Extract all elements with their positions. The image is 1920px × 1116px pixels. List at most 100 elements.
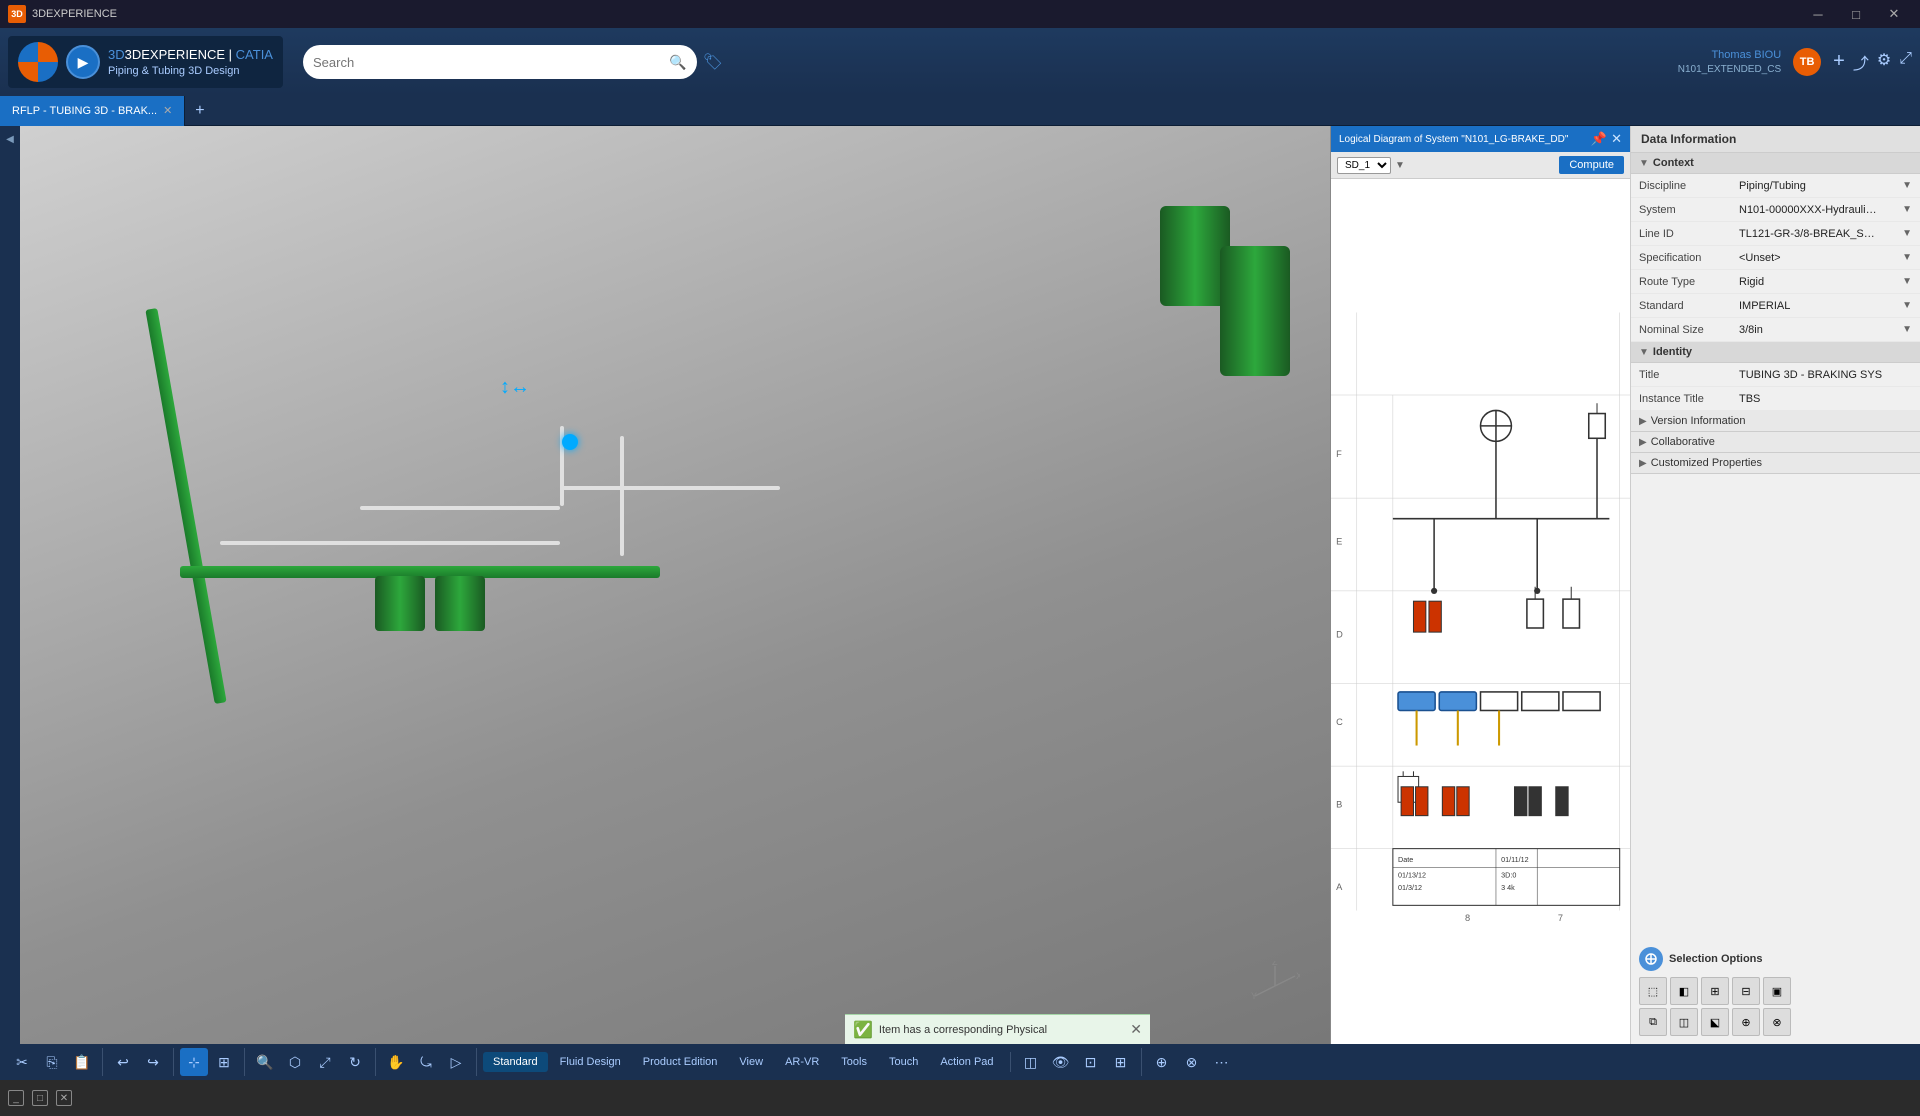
system-dropdown[interactable]: N101-00000XXX-Hydraulic-GR-YE... ▼	[1739, 204, 1912, 216]
more-tool-3[interactable]: ⋯	[1208, 1048, 1236, 1076]
fit-tool[interactable]: ⤢	[311, 1048, 339, 1076]
collaborative-section-header[interactable]: ▶ Collaborative	[1631, 432, 1920, 453]
add-tab-button[interactable]: +	[185, 102, 214, 120]
multiselect-tool[interactable]: ⊞	[210, 1048, 238, 1076]
diagram-area[interactable]: F E D C B A	[1331, 179, 1630, 1044]
paste-tool[interactable]: 📋	[68, 1048, 96, 1076]
sel-btn-8[interactable]: ⬕	[1701, 1008, 1729, 1036]
svg-text:8: 8	[1465, 913, 1470, 923]
close-button[interactable]: ✕	[1876, 0, 1912, 28]
tab-touch[interactable]: Touch	[879, 1052, 928, 1072]
section-tool[interactable]: ⊡	[1077, 1048, 1105, 1076]
sel-btn-3[interactable]: ⊞	[1701, 977, 1729, 1005]
display-mode-tool[interactable]: ◫	[1017, 1048, 1045, 1076]
svg-text:01/3/12: 01/3/12	[1398, 883, 1422, 892]
side-btn-1[interactable]: ◀	[1, 130, 19, 148]
line-id-dropdown[interactable]: TL121-GR-3/8-BREAK_SUPPLY_LEF... ▼	[1739, 228, 1912, 240]
add-icon[interactable]: +	[1833, 50, 1845, 74]
panel-header-icons: 📌 ✕	[1591, 131, 1622, 147]
tab-product-edition[interactable]: Product Edition	[633, 1052, 728, 1072]
maximize-button[interactable]: □	[1838, 0, 1874, 28]
sel-btn-7[interactable]: ◫	[1670, 1008, 1698, 1036]
orbit-tool[interactable]: ⤿	[412, 1048, 440, 1076]
customized-section-header[interactable]: ▶ Customized Properties	[1631, 453, 1920, 474]
svg-text:Date: Date	[1398, 855, 1413, 864]
sel-btn-9[interactable]: ⊕	[1732, 1008, 1760, 1036]
search-input[interactable]	[313, 55, 669, 70]
notification-close-button[interactable]: ✕	[1130, 1021, 1142, 1038]
tag-icon[interactable]: 🏷	[703, 52, 723, 72]
scissors-tool[interactable]: ✂	[8, 1048, 36, 1076]
brand-text: 3D3DEXPERIENCE | CATIA Piping & Tubing 3…	[108, 47, 273, 77]
more-tool-1[interactable]: ⊕	[1148, 1048, 1176, 1076]
select-tool[interactable]: ⊹	[180, 1048, 208, 1076]
state-btn-1[interactable]: _	[8, 1090, 24, 1106]
tool-group-history: ↩ ↪	[109, 1048, 174, 1076]
share-icon[interactable]: ⤴	[1853, 50, 1869, 74]
svg-text:3 4k: 3 4k	[1501, 883, 1515, 892]
render-tool[interactable]: 👁	[1047, 1048, 1075, 1076]
diagram-select[interactable]: SD_1	[1337, 157, 1391, 174]
sel-btn-6[interactable]: ⧉	[1639, 1008, 1667, 1036]
version-section-header[interactable]: ▶ Version Information	[1631, 411, 1920, 432]
viewport-3d[interactable]: ↕↔ X Y Z	[20, 126, 1330, 1044]
selection-options-grid: ⬚ ◧ ⊞ ⊟ ▣ ⧉ ◫ ⬕ ⊕ ⊗	[1639, 977, 1912, 1036]
svg-text:01/13/12: 01/13/12	[1398, 871, 1426, 880]
search-box: 🔍	[303, 45, 697, 79]
nominal-size-row: Nominal Size 3/8in ▼	[1631, 318, 1920, 342]
play-button[interactable]: ▶	[66, 45, 100, 79]
settings-icon[interactable]: ⚙	[1877, 50, 1891, 74]
sel-btn-10[interactable]: ⊗	[1763, 1008, 1791, 1036]
tab-action-pad[interactable]: Action Pad	[930, 1052, 1003, 1072]
sel-btn-4[interactable]: ⊟	[1732, 977, 1760, 1005]
selected-point[interactable]	[562, 434, 578, 450]
undo-tool[interactable]: ↩	[109, 1048, 137, 1076]
compass-logo[interactable]	[18, 42, 58, 82]
sel-btn-1[interactable]: ⬚	[1639, 977, 1667, 1005]
grid-tool[interactable]: ⊞	[1107, 1048, 1135, 1076]
selection-options-header: Selection Options	[1639, 947, 1912, 971]
discipline-dropdown[interactable]: Piping/Tubing ▼	[1739, 180, 1912, 192]
svg-text:3D:0: 3D:0	[1501, 871, 1516, 880]
compute-button[interactable]: Compute	[1559, 156, 1624, 174]
tab-close-icon[interactable]: ✕	[163, 104, 172, 117]
tab-active[interactable]: RFLP - TUBING 3D - BRAK... ✕	[0, 96, 185, 126]
rotate-tool[interactable]: ↻	[341, 1048, 369, 1076]
fly-tool[interactable]: ▷	[442, 1048, 470, 1076]
tab-ar-vr[interactable]: AR-VR	[775, 1052, 829, 1072]
context-section-header[interactable]: ▼ Context	[1631, 153, 1920, 174]
tool-group-more: ⊕ ⊗ ⋯	[1148, 1048, 1242, 1076]
identity-section-header[interactable]: ▼ Identity	[1631, 342, 1920, 363]
tab-fluid-design[interactable]: Fluid Design	[550, 1052, 631, 1072]
redo-tool[interactable]: ↪	[139, 1048, 167, 1076]
standard-dropdown[interactable]: IMPERIAL ▼	[1739, 300, 1912, 312]
search-icon[interactable]: 🔍	[669, 54, 686, 71]
data-information-panel: Data Information ▼ Context Discipline Pi…	[1630, 126, 1920, 1044]
line-id-label: Line ID	[1639, 228, 1739, 240]
state-btn-2[interactable]: □	[32, 1090, 48, 1106]
zoom-tool[interactable]: 🔍	[251, 1048, 279, 1076]
minimize-button[interactable]: ─	[1800, 0, 1836, 28]
sel-btn-2[interactable]: ◧	[1670, 977, 1698, 1005]
line-id-row: Line ID TL121-GR-3/8-BREAK_SUPPLY_LEF...…	[1631, 222, 1920, 246]
cube-tool[interactable]: ⬡	[281, 1048, 309, 1076]
panel-pin-icon[interactable]: 📌	[1591, 131, 1607, 147]
user-avatar[interactable]: TB	[1793, 48, 1821, 76]
panel-close-icon[interactable]: ✕	[1611, 131, 1622, 147]
tab-standard[interactable]: Standard	[483, 1052, 548, 1072]
notification-bar: ✅ Item has a corresponding Physical ✕	[845, 1014, 1150, 1044]
route-type-dropdown[interactable]: Rigid ▼	[1739, 276, 1912, 288]
context-section-label: Context	[1653, 157, 1694, 169]
specification-dropdown[interactable]: <Unset> ▼	[1739, 252, 1912, 264]
pan-tool[interactable]: ✋	[382, 1048, 410, 1076]
fullscreen-icon[interactable]: ⤢	[1899, 50, 1912, 74]
more-tool-2[interactable]: ⊗	[1178, 1048, 1206, 1076]
nominal-size-dropdown[interactable]: 3/8in ▼	[1739, 324, 1912, 336]
copy-tool[interactable]: ⎘	[38, 1048, 66, 1076]
sel-btn-5[interactable]: ▣	[1763, 977, 1791, 1005]
tab-view[interactable]: View	[729, 1052, 773, 1072]
user-id: N101_EXTENDED_CS	[1678, 63, 1781, 76]
system-arrow: ▼	[1902, 204, 1912, 215]
state-btn-3[interactable]: ✕	[56, 1090, 72, 1106]
tab-tools[interactable]: Tools	[831, 1052, 877, 1072]
